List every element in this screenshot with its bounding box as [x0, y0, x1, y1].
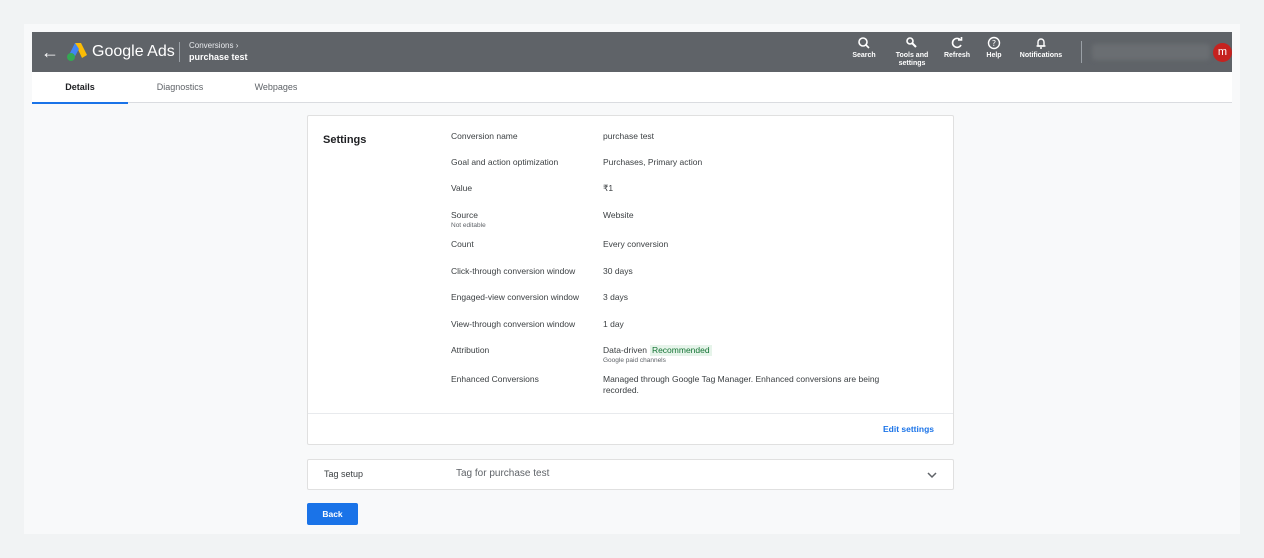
- help-label: Help: [986, 52, 1002, 59]
- notifications-button[interactable]: Notifications: [1016, 36, 1066, 60]
- back-arrow-icon[interactable]: ←: [40, 42, 60, 62]
- breadcrumb-parent[interactable]: Conversions ›: [189, 41, 238, 51]
- tools-settings-label: Tools and settings: [895, 52, 929, 67]
- row-value-enhanced: Managed through Google Tag Manager. Enha…: [603, 374, 880, 395]
- top-bar: ← Google Ads Conversions › purchase test…: [32, 32, 1232, 72]
- row-value-conversion-name: purchase test: [603, 131, 655, 141]
- brand-name[interactable]: Google Ads: [92, 43, 175, 61]
- wrench-icon: [906, 37, 917, 48]
- row-value-engaged-view: 3 days: [603, 292, 629, 302]
- row-value-source: Website: [603, 210, 634, 220]
- svg-text:?: ?: [992, 39, 996, 48]
- search-button[interactable]: Search: [847, 36, 881, 60]
- row-label-attribution: Attribution: [451, 345, 490, 355]
- tag-setup-description: Tag for purchase test: [456, 468, 550, 479]
- google-ads-logo-icon: [67, 43, 87, 61]
- row-label-source: Source: [451, 210, 478, 220]
- row-value-view-through: 1 day: [603, 319, 624, 329]
- page-title: purchase test: [189, 52, 248, 62]
- tag-setup-panel[interactable]: Tag setup Tag for purchase test: [307, 459, 954, 490]
- settings-heading: Settings: [323, 134, 367, 146]
- row-value-attribution: Data-driven Recommended: [603, 345, 923, 356]
- tag-setup-title: Tag setup: [324, 469, 364, 479]
- attribution-sub: Google paid channels: [603, 357, 666, 364]
- edit-settings-link[interactable]: Edit settings: [883, 424, 934, 435]
- row-label-engaged-view: Engaged-view conversion window: [451, 292, 580, 302]
- row-label-count: Count: [451, 239, 474, 249]
- tab-details[interactable]: Details: [32, 72, 128, 104]
- recommended-badge: Recommended: [649, 345, 712, 356]
- row-label-value: Value: [451, 183, 473, 193]
- row-sublabel-source: Not editable: [451, 222, 486, 229]
- help-icon: ?: [987, 36, 1001, 50]
- row-value-count: Every conversion: [603, 239, 669, 249]
- row-value-goal: Purchases, Primary action: [603, 157, 703, 167]
- account-separator: [1081, 41, 1082, 63]
- chevron-right-icon: ›: [235, 41, 239, 50]
- card-divider: [308, 413, 953, 414]
- search-label: Search: [852, 52, 876, 59]
- brand-separator: [179, 42, 180, 62]
- account-info-blurred[interactable]: [1092, 44, 1210, 60]
- row-label-view-through: View-through conversion window: [451, 319, 576, 329]
- settings-card: Settings Conversion name purchase test G…: [307, 115, 954, 445]
- refresh-icon: [951, 37, 963, 49]
- avatar[interactable]: m: [1213, 43, 1232, 62]
- search-icon: [858, 37, 870, 49]
- tab-diagnostics[interactable]: Diagnostics: [142, 72, 218, 103]
- refresh-button[interactable]: Refresh: [942, 36, 972, 60]
- row-value-click-through: 30 days: [603, 266, 633, 276]
- help-button[interactable]: ? Help: [984, 36, 1004, 60]
- row-value-value: ₹1: [603, 183, 614, 193]
- tools-settings-button[interactable]: Tools and settings: [892, 36, 932, 68]
- row-label-goal: Goal and action optimization: [451, 157, 559, 167]
- notifications-label: Notifications: [1019, 52, 1063, 59]
- app-frame: ← Google Ads Conversions › purchase test…: [24, 24, 1240, 534]
- tab-bar: Details Diagnostics Webpages: [32, 72, 1232, 104]
- back-button[interactable]: Back: [307, 503, 358, 525]
- row-label-enhanced: Enhanced Conversions: [451, 374, 539, 384]
- tab-webpages[interactable]: Webpages: [240, 72, 312, 103]
- row-label-conversion-name: Conversion name: [451, 131, 518, 141]
- row-label-click-through: Click-through conversion window: [451, 266, 576, 276]
- bell-icon: [1036, 38, 1046, 49]
- attribution-model: Data-driven: [603, 345, 647, 355]
- chevron-down-icon[interactable]: [926, 469, 938, 481]
- refresh-label: Refresh: [943, 52, 971, 59]
